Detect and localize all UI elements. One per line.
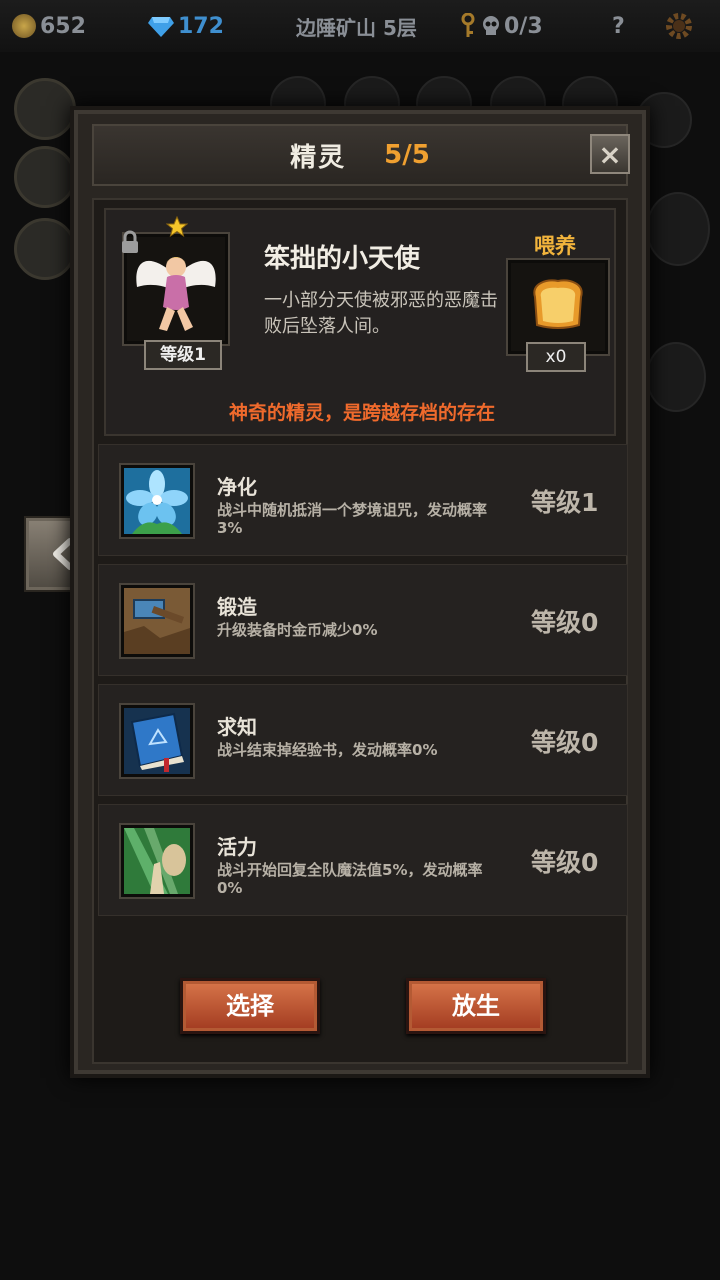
book-icon — [121, 705, 193, 777]
skill-name: 求知 — [217, 715, 257, 739]
spirit-count: 5/5 — [384, 140, 430, 170]
select-button[interactable]: 选择 — [180, 978, 320, 1034]
bread-icon — [533, 279, 583, 329]
spirit-level: 等级1 — [144, 340, 222, 370]
coin-icon — [12, 14, 36, 38]
gem-value: 172 — [178, 13, 224, 39]
hammer-icon — [121, 585, 193, 657]
skill-row: 锻造 升级装备时金币减少0% 等级0 — [98, 564, 628, 676]
spirit-tagline: 神奇的精灵，是跨越存档的存在 — [228, 402, 495, 424]
key-skull-counter: 0/3 — [460, 0, 543, 52]
help-button[interactable]: ? — [612, 0, 625, 52]
settings-button[interactable] — [664, 0, 694, 52]
coin-value: 652 — [40, 13, 86, 39]
spirit-info: 等级1 笨拙的小天使 一小部分天使被邪恶的恶魔击败后坠落人间。 喂养 x0 神奇… — [104, 208, 616, 436]
skill-description: 战斗开始回复全队魔法值5%，发动概率0% — [217, 861, 483, 897]
top-hud: 652 172 边陲矿山 5层 0/3 ? — [0, 0, 720, 53]
skill-level: 等级1 — [531, 488, 599, 517]
coin-counter: 652 — [12, 0, 86, 52]
panel-content: 等级1 笨拙的小天使 一小部分天使被邪恶的恶魔击败后坠落人间。 喂养 x0 神奇… — [92, 198, 628, 1064]
panel-title: 精灵 — [290, 142, 347, 173]
prayer-icon — [121, 825, 193, 897]
spirit-panel: 精灵 5/5 × 等级1 笨拙的小天使 一小部分天使被邪恶的恶魔击败后坠落人间。… — [70, 106, 650, 1078]
skill-description: 战斗中随机抵消一个梦境诅咒，发动概率3% — [217, 501, 488, 537]
star-icon — [166, 216, 188, 238]
close-button[interactable]: × — [590, 134, 630, 174]
enemy-slot — [646, 192, 710, 266]
release-button[interactable]: 放生 — [406, 978, 546, 1034]
skill-level: 等级0 — [531, 608, 599, 637]
lock-icon — [122, 230, 138, 253]
skill-description: 战斗结束掉经验书，发动概率0% — [217, 741, 438, 759]
skill-name: 锻造 — [217, 595, 257, 619]
enemy-slot — [646, 342, 706, 412]
gear-icon — [666, 13, 692, 39]
skill-row: 求知 战斗结束掉经验书，发动概率0% 等级0 — [98, 684, 628, 796]
skill-level: 等级0 — [531, 848, 599, 877]
skill-level: 等级0 — [531, 728, 599, 757]
skill-description: 升级装备时金币减少0% — [217, 621, 378, 639]
spirit-description: 一小部分天使被邪恶的恶魔击败后坠落人间。 — [264, 290, 498, 337]
key-icon — [461, 13, 475, 37]
gem-icon — [148, 17, 174, 37]
skill-name: 活力 — [217, 835, 257, 859]
skull-icon — [483, 16, 499, 35]
flower-icon — [121, 465, 193, 537]
hero-portrait — [14, 146, 76, 208]
feed-label: 喂养 — [534, 234, 576, 258]
hero-portrait — [14, 218, 76, 280]
skill-row: 净化 战斗中随机抵消一个梦境诅咒，发动概率3% 等级1 — [98, 444, 628, 556]
hero-portrait — [14, 78, 76, 140]
skill-name: 净化 — [217, 475, 257, 499]
feed-count: x0 — [526, 342, 586, 372]
panel-header: 精灵 5/5 — [92, 124, 628, 186]
skill-row: 活力 战斗开始回复全队魔法值5%，发动概率0% 等级0 — [98, 804, 628, 916]
spirit-name: 笨拙的小天使 — [264, 244, 421, 274]
feed-button[interactable] — [508, 260, 608, 354]
key-skull-value: 0/3 — [504, 13, 543, 39]
location-label: 边陲矿山 5层 — [296, 15, 417, 40]
angel-icon — [136, 257, 216, 331]
gem-counter: 172 — [148, 0, 224, 52]
